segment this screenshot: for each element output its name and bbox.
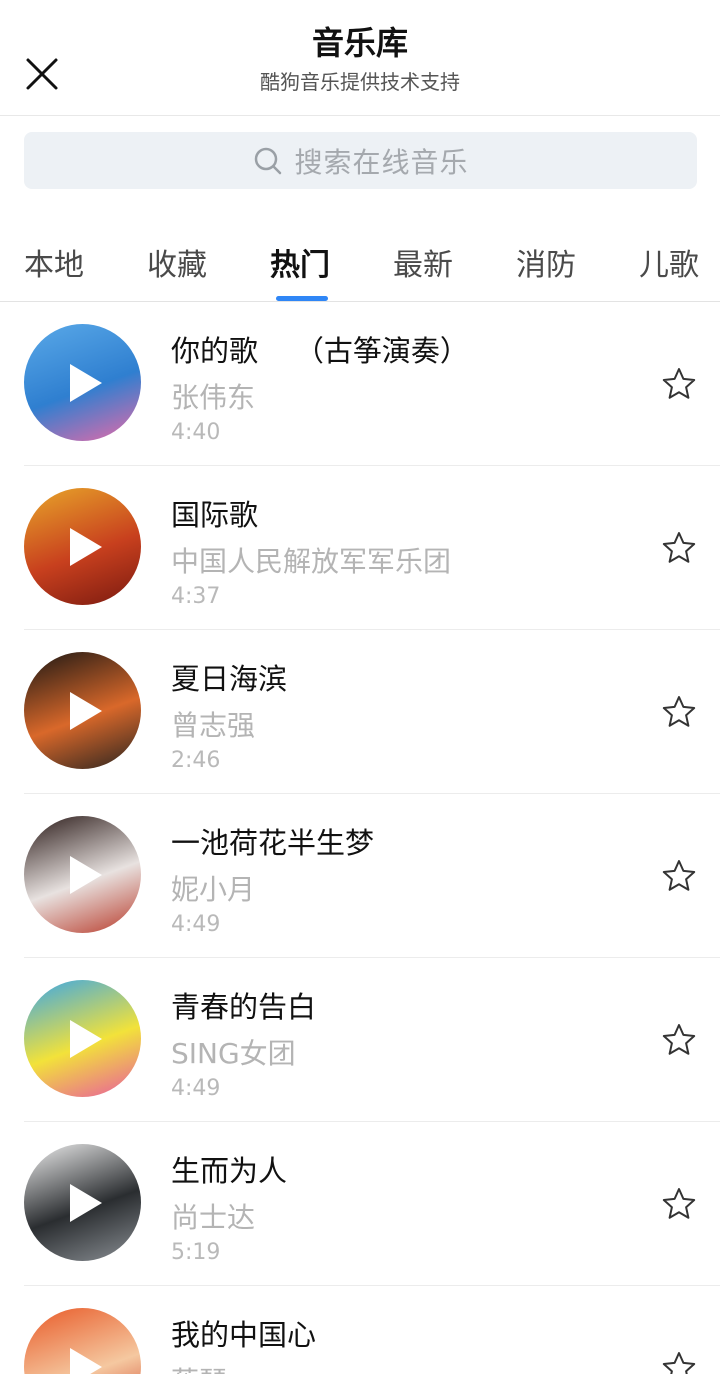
tab-kids-songs[interactable]: 儿歌	[639, 240, 699, 284]
list-item[interactable]: 国际歌 中国人民解放军军乐团 4:37	[0, 466, 720, 630]
tab-hot[interactable]: 热门	[270, 240, 330, 284]
song-artist: 张伟东	[171, 381, 256, 414]
play-icon	[70, 856, 102, 894]
tab-fire-safety[interactable]: 消防	[516, 240, 576, 284]
song-title: 国际歌	[171, 498, 259, 532]
star-icon[interactable]	[661, 694, 697, 730]
search-input[interactable]: 搜索在线音乐	[24, 132, 697, 189]
song-artist: 蔡琴	[171, 1360, 227, 1374]
album-cover[interactable]	[24, 1144, 141, 1261]
song-duration: 5:19	[171, 1240, 221, 1265]
album-cover[interactable]	[24, 324, 141, 441]
star-icon[interactable]	[661, 530, 697, 566]
category-tabs: 本地 收藏 热门 最新 消防 儿歌	[0, 210, 720, 302]
page-title: 音乐库	[311, 24, 408, 62]
song-artist: SING女团	[171, 1037, 296, 1070]
play-icon	[70, 528, 102, 566]
list-item[interactable]: 你的歌 （古筝演奏） 张伟东 4:40	[0, 302, 720, 466]
song-title: 夏日海滨	[171, 662, 288, 696]
song-title: 我的中国心	[171, 1318, 317, 1352]
list-item[interactable]: 夏日海滨 曾志强 2:46	[0, 630, 720, 794]
tab-favorites[interactable]: 收藏	[147, 240, 207, 284]
active-tab-indicator	[276, 296, 328, 301]
star-icon[interactable]	[661, 1022, 697, 1058]
album-cover[interactable]	[24, 652, 141, 769]
play-icon	[70, 1020, 102, 1058]
play-icon	[70, 1184, 102, 1222]
song-title: 青春的告白	[171, 990, 317, 1024]
song-title: 一池荷花半生梦	[171, 826, 375, 860]
song-artist: 尚士达	[171, 1201, 256, 1234]
song-duration: 4:40	[171, 420, 221, 445]
album-cover[interactable]	[24, 1308, 141, 1374]
song-duration: 4:37	[171, 584, 221, 609]
search-placeholder: 搜索在线音乐	[294, 145, 469, 179]
song-duration: 4:49	[171, 912, 221, 937]
star-icon[interactable]	[661, 366, 697, 402]
list-item[interactable]: 青春的告白 SING女团 4:49	[0, 958, 720, 1122]
play-icon	[70, 1348, 102, 1374]
star-icon[interactable]	[661, 1350, 697, 1374]
tab-newest[interactable]: 最新	[393, 240, 453, 284]
play-icon	[70, 692, 102, 730]
song-duration: 4:49	[171, 1076, 221, 1101]
list-item[interactable]: 生而为人 尚士达 5:19	[0, 1122, 720, 1286]
tab-local[interactable]: 本地	[24, 240, 84, 284]
list-item[interactable]: 我的中国心 蔡琴	[0, 1286, 720, 1374]
song-title: 你的歌 （古筝演奏）	[171, 334, 469, 368]
header: 音乐库 酷狗音乐提供技术支持	[0, 0, 720, 116]
album-cover[interactable]	[24, 488, 141, 605]
page-subtitle: 酷狗音乐提供技术支持	[260, 70, 460, 94]
song-artist: 中国人民解放军军乐团	[171, 545, 452, 578]
star-icon[interactable]	[661, 858, 697, 894]
play-icon	[70, 364, 102, 402]
album-cover[interactable]	[24, 816, 141, 933]
star-icon[interactable]	[661, 1186, 697, 1222]
song-artist: 曾志强	[171, 709, 256, 742]
song-title: 生而为人	[171, 1154, 288, 1188]
song-artist: 妮小月	[171, 873, 256, 906]
search-icon	[255, 147, 282, 174]
song-duration: 2:46	[171, 748, 221, 773]
list-item[interactable]: 一池荷花半生梦 妮小月 4:49	[0, 794, 720, 958]
album-cover[interactable]	[24, 980, 141, 1097]
